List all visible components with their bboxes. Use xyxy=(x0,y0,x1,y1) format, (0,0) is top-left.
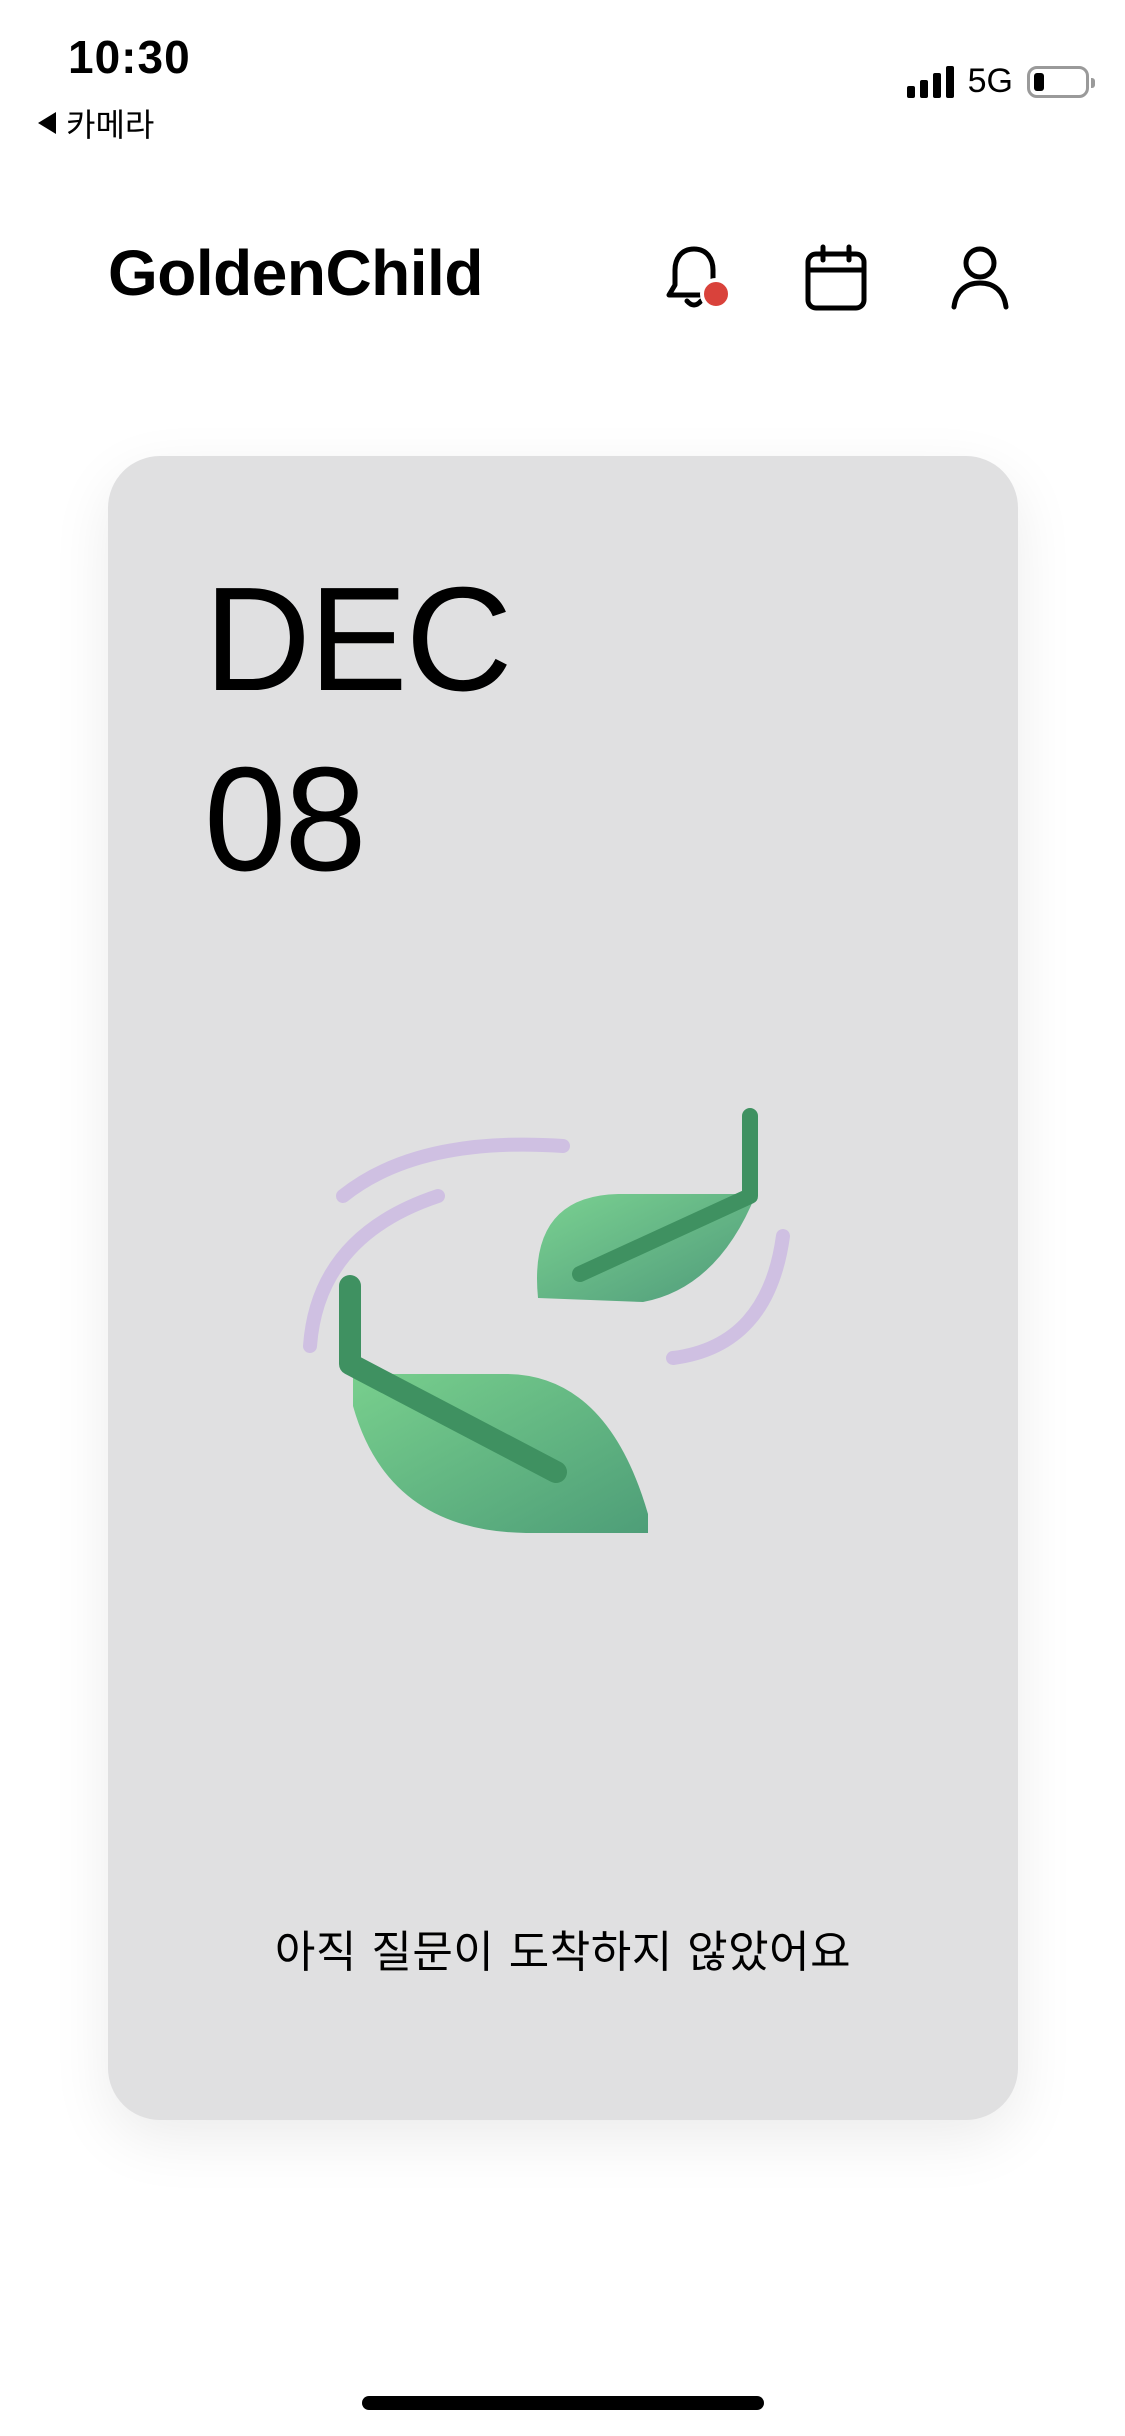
leaves-icon xyxy=(303,1108,790,1533)
empty-question-message: 아직 질문이 도착하지 않았어요 xyxy=(274,1927,852,1978)
signal-icon xyxy=(906,65,954,98)
daily-question-card[interactable]: DEC 08 아직 질문이 도착하지 않았어요 xyxy=(108,456,1018,2120)
app-title: GoldenChild xyxy=(108,237,483,309)
app-screen: 10:30 카메라 5G GoldenChild DEC 08 아직 질문이 도… xyxy=(0,0,1125,2436)
profile-button[interactable] xyxy=(942,240,1018,316)
person-icon xyxy=(951,246,1009,310)
back-triangle-icon xyxy=(38,112,56,134)
network-label: 5G xyxy=(967,62,1013,100)
battery-icon xyxy=(1027,65,1095,98)
card-day: 08 xyxy=(204,737,367,902)
card-month: DEC xyxy=(204,557,512,722)
back-app-label: 카메라 xyxy=(66,107,155,143)
status-time: 10:30 xyxy=(68,31,191,83)
home-indicator[interactable] xyxy=(362,2396,764,2410)
back-to-app-link[interactable]: 카메라 xyxy=(38,100,154,146)
calendar-icon xyxy=(805,244,867,311)
calendar-button[interactable] xyxy=(798,240,874,316)
status-indicators: 5G xyxy=(906,62,1095,101)
notification-badge xyxy=(700,278,732,310)
notifications-button[interactable] xyxy=(656,240,732,316)
